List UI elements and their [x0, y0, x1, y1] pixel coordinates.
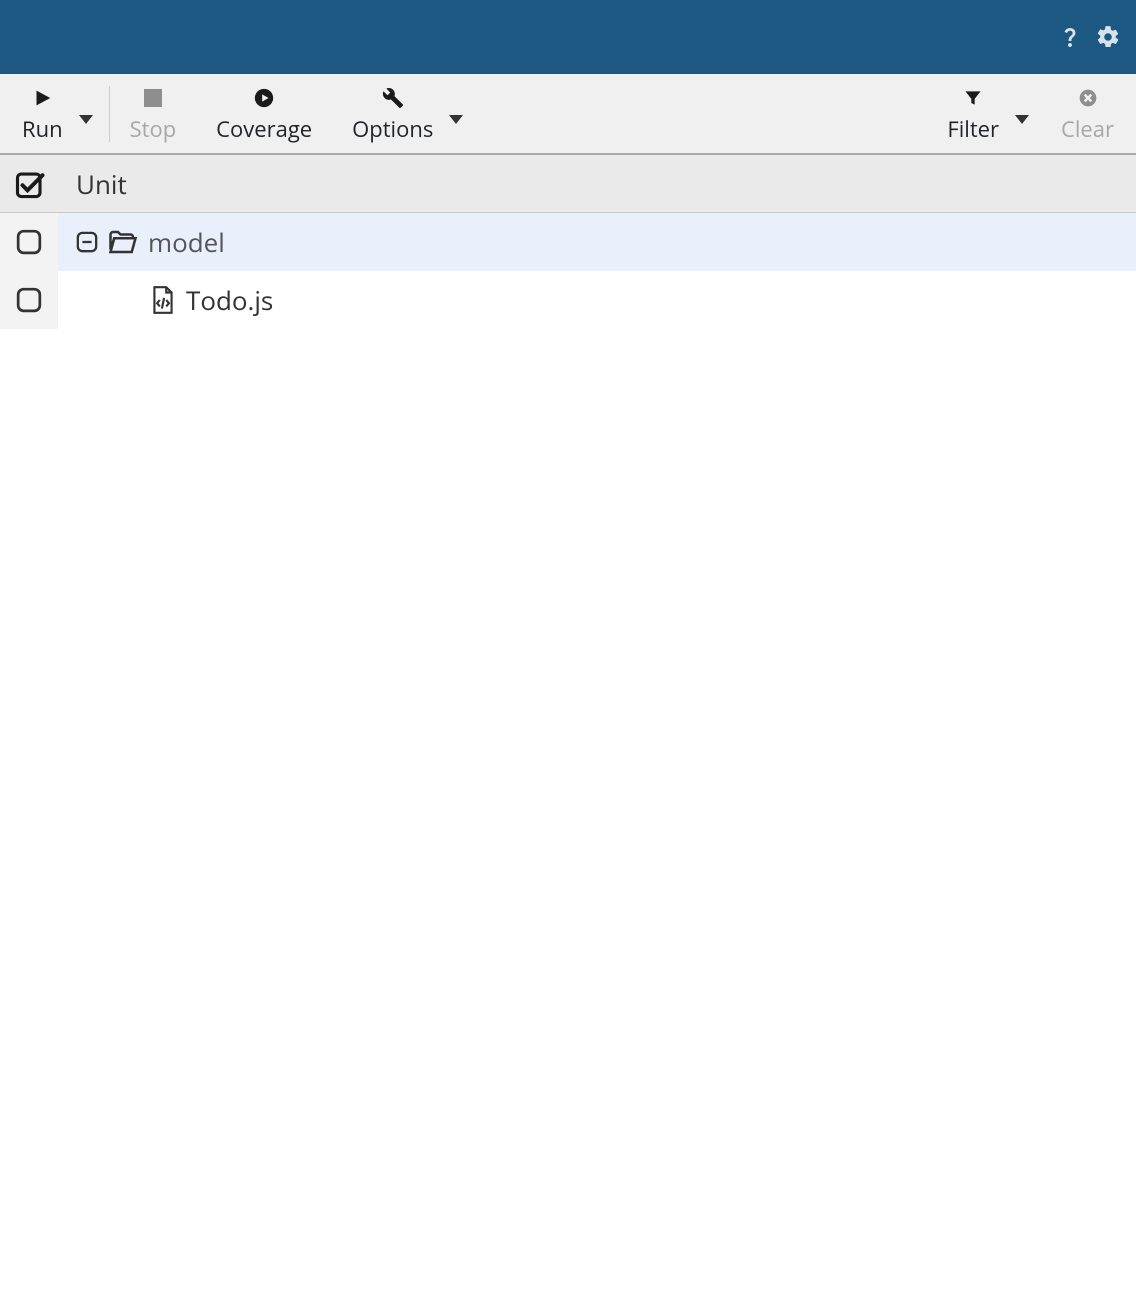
options-dropdown[interactable] — [443, 74, 469, 153]
filter-dropdown[interactable] — [1009, 74, 1035, 153]
play-icon — [28, 84, 56, 112]
clear-button[interactable]: Clear — [1051, 80, 1124, 148]
checkbox-checked-icon[interactable] — [10, 169, 50, 199]
stop-label: Stop — [130, 114, 177, 144]
play-circle-icon — [250, 84, 278, 112]
folder-name: model — [148, 224, 225, 260]
stop-button[interactable]: Stop — [120, 80, 187, 148]
run-dropdown[interactable] — [73, 74, 99, 153]
options-label: Options — [352, 114, 433, 144]
filter-label: Filter — [947, 114, 999, 144]
checkbox-unchecked[interactable] — [0, 271, 58, 329]
folder-open-icon — [108, 229, 138, 255]
toolbar: Run Stop Coverage Options Filter — [0, 74, 1136, 155]
app-header — [0, 0, 1136, 74]
toolbar-divider — [109, 86, 110, 142]
options-button[interactable]: Options — [342, 80, 443, 148]
group-label: Unit — [76, 166, 127, 202]
clear-label: Clear — [1061, 114, 1114, 144]
tree-row-folder[interactable]: model — [0, 213, 1136, 271]
stop-icon — [139, 84, 167, 112]
run-button[interactable]: Run — [12, 80, 73, 148]
filter-icon — [959, 84, 987, 112]
checkbox-unchecked[interactable] — [0, 213, 58, 271]
help-icon[interactable] — [1056, 23, 1084, 51]
clear-x-icon — [1074, 84, 1102, 112]
file-name: Todo.js — [186, 282, 273, 318]
code-file-icon — [150, 285, 176, 315]
tree-row-file[interactable]: Todo.js — [0, 271, 1136, 329]
run-label: Run — [22, 114, 63, 144]
group-header-unit[interactable]: Unit — [0, 155, 1136, 213]
wrench-icon — [379, 84, 407, 112]
coverage-label: Coverage — [216, 114, 312, 144]
coverage-button[interactable]: Coverage — [206, 80, 322, 148]
collapse-minus-icon[interactable] — [76, 231, 98, 253]
settings-gear-icon[interactable] — [1094, 23, 1122, 51]
filter-button[interactable]: Filter — [937, 80, 1009, 148]
